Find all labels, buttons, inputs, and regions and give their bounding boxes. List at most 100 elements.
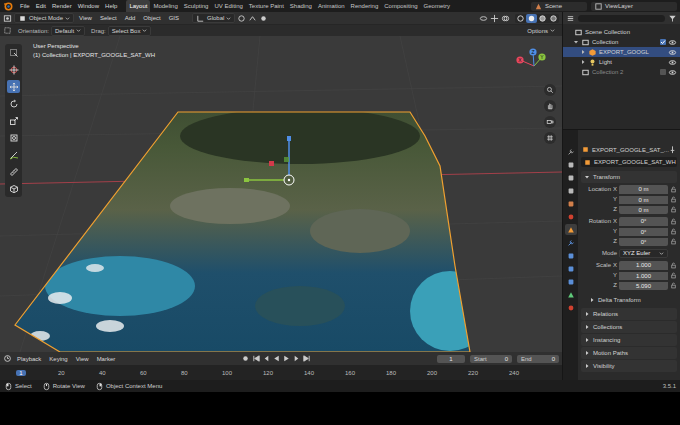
outliner-row[interactable]: Light xyxy=(563,57,680,67)
workspace-tab[interactable]: Modeling xyxy=(150,0,180,12)
workspace-tab[interactable]: Rendering xyxy=(348,0,382,12)
outliner-row[interactable]: Collection xyxy=(563,37,680,47)
lock-icon[interactable] xyxy=(670,228,677,235)
collapsed-arrow-icon[interactable] xyxy=(580,49,586,55)
value-field[interactable]: 0 m xyxy=(619,205,668,214)
mode-dropdown[interactable]: Object Mode xyxy=(14,13,74,23)
jump-start-icon[interactable] xyxy=(252,354,261,363)
delta-transform-header[interactable]: Delta Transform xyxy=(581,294,677,306)
tool-button[interactable] xyxy=(7,148,20,161)
panel-header[interactable]: Motion Paths xyxy=(581,347,677,359)
timeline-menu[interactable]: Playback xyxy=(14,356,44,362)
rotation-mode-dropdown[interactable]: XYZ Euler xyxy=(619,249,668,258)
collapsed-arrow-icon[interactable] xyxy=(580,59,586,65)
axis-gizmo[interactable]: XYZ xyxy=(512,48,552,80)
tool-button[interactable] xyxy=(7,114,20,127)
properties-tab[interactable] xyxy=(565,159,577,170)
viewport-menu[interactable]: Select xyxy=(97,15,120,21)
lock-icon[interactable] xyxy=(670,206,677,213)
clock-icon[interactable] xyxy=(3,354,12,363)
navigation-button[interactable] xyxy=(544,84,556,96)
workspace-tab[interactable]: Animation xyxy=(315,0,348,12)
menu-item[interactable]: File xyxy=(17,3,33,9)
viewport-menu[interactable]: Object xyxy=(140,15,163,21)
tool-button[interactable] xyxy=(7,63,20,76)
workspace-tab[interactable]: Texture Paint xyxy=(246,0,287,12)
navigation-button[interactable] xyxy=(544,116,556,128)
view-layer-selector[interactable]: ViewLayer xyxy=(591,2,677,11)
properties-tab[interactable] xyxy=(565,146,577,157)
record-icon[interactable] xyxy=(241,354,250,363)
exclude-checkbox[interactable] xyxy=(660,39,666,45)
viewport-menu[interactable]: GIS xyxy=(166,15,182,21)
transform-orientation-dropdown[interactable]: Default xyxy=(51,26,85,36)
navigation-button[interactable] xyxy=(544,132,556,144)
lock-icon[interactable] xyxy=(670,262,677,269)
drag-dropdown[interactable]: Select Box xyxy=(108,26,152,36)
prev-key-icon[interactable] xyxy=(262,354,271,363)
properties-tab[interactable] xyxy=(565,302,577,313)
properties-tab[interactable] xyxy=(565,263,577,274)
properties-tab[interactable] xyxy=(565,237,577,248)
proportional-icon[interactable] xyxy=(259,14,268,23)
terrain-image[interactable] xyxy=(0,36,562,352)
filter-icon[interactable] xyxy=(668,14,677,23)
eye-open-icon[interactable] xyxy=(668,48,677,57)
lock-icon[interactable] xyxy=(670,282,677,289)
value-field[interactable]: 0° xyxy=(619,217,668,226)
workspace-tab[interactable]: Layout xyxy=(126,0,150,12)
timeline-menu[interactable]: View xyxy=(73,356,92,362)
pin-icon[interactable] xyxy=(668,145,677,154)
lock-icon[interactable] xyxy=(670,218,677,225)
properties-tab[interactable] xyxy=(565,289,577,300)
play-reverse-icon[interactable] xyxy=(272,354,281,363)
panel-header[interactable]: Visibility xyxy=(581,360,677,372)
properties-tab[interactable] xyxy=(565,198,577,209)
timeline-menu[interactable]: Keying xyxy=(46,356,70,362)
visibility-icon[interactable] xyxy=(479,14,488,23)
timeline-menu[interactable]: Marker xyxy=(94,356,119,362)
workspace-tab[interactable]: Shading xyxy=(287,0,315,12)
shading-button[interactable] xyxy=(515,14,526,23)
shading-button[interactable] xyxy=(526,14,537,23)
outliner-search[interactable] xyxy=(578,15,665,22)
gizmo-toggle-icon[interactable] xyxy=(490,14,499,23)
workspace-tab[interactable]: Geometry xyxy=(421,0,453,12)
eye-open-icon[interactable] xyxy=(668,68,677,77)
options-dropdown[interactable]: Options xyxy=(523,26,559,36)
jump-end-icon[interactable] xyxy=(302,354,311,363)
object-name-field[interactable]: EXPORT_GOOGLE_SAT_WH xyxy=(581,157,677,167)
select-mode-icon[interactable] xyxy=(3,26,12,35)
outliner-row[interactable]: Collection 2 xyxy=(563,67,680,77)
pivot-icon[interactable] xyxy=(237,14,246,23)
viewport-menu[interactable]: View xyxy=(76,15,95,21)
scene-selector[interactable]: Scene xyxy=(531,2,587,11)
panel-header[interactable]: Instancing xyxy=(581,334,677,346)
value-field[interactable]: 0 m xyxy=(619,195,668,204)
exclude-checkbox[interactable] xyxy=(660,69,666,75)
current-frame-field[interactable]: 1 xyxy=(437,355,465,363)
end-frame-field[interactable]: End0 xyxy=(517,355,559,363)
axis-ball[interactable]: Z xyxy=(529,48,536,55)
overlays-icon[interactable] xyxy=(501,14,510,23)
viewport-menu[interactable]: Add xyxy=(122,15,139,21)
lock-icon[interactable] xyxy=(670,196,677,203)
play-icon[interactable] xyxy=(282,354,291,363)
panel-header[interactable]: Collections xyxy=(581,321,677,333)
properties-tab[interactable] xyxy=(565,276,577,287)
tool-button[interactable] xyxy=(7,182,20,195)
playhead[interactable]: 1 xyxy=(16,370,26,376)
tool-button[interactable] xyxy=(7,80,20,93)
menu-item[interactable]: Render xyxy=(49,3,75,9)
menu-item[interactable]: Help xyxy=(102,3,120,9)
outliner-row[interactable]: EXPORT_GOOGL xyxy=(563,47,680,57)
panel-header[interactable]: Relations xyxy=(581,308,677,320)
outliner-row[interactable]: Scene Collection xyxy=(563,27,680,37)
tool-button[interactable] xyxy=(7,97,20,110)
shading-button[interactable] xyxy=(548,14,559,23)
tool-button[interactable] xyxy=(7,131,20,144)
snap-icon[interactable] xyxy=(248,14,257,23)
value-field[interactable]: 0° xyxy=(619,227,668,236)
properties-tab[interactable] xyxy=(565,211,577,222)
properties-tab[interactable] xyxy=(565,250,577,261)
